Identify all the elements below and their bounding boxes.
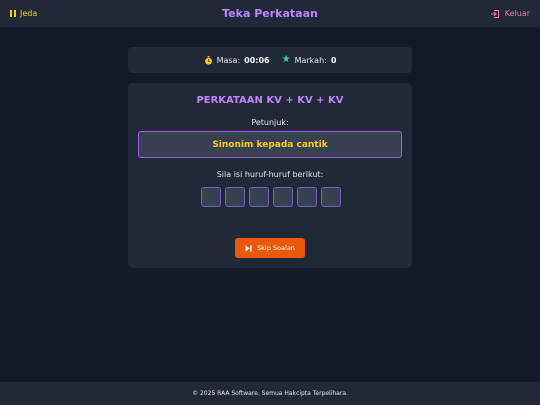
letter-slot[interactable]	[321, 187, 341, 207]
exit-button[interactable]: Keluar	[490, 9, 530, 19]
footer: © 2025 RAA Software. Semua Hakcipta Terp…	[0, 382, 540, 405]
timer-value: 00:06	[244, 55, 270, 65]
hint-box: Sinonim kepada cantik	[138, 131, 402, 158]
page-title: Teka Perkataan	[222, 7, 318, 20]
score-label: Markah:	[294, 55, 327, 65]
letter-slot[interactable]	[225, 187, 245, 207]
copyright-text: © 2025 RAA Software. Semua Hakcipta Terp…	[192, 390, 348, 397]
skip-forward-icon	[245, 244, 252, 252]
pause-button[interactable]: Jeda	[10, 9, 37, 18]
pause-icon	[10, 10, 16, 17]
word-pattern-title: PERKATAAN KV + KV + KV	[196, 95, 344, 106]
timer-stat: Masa: 00:06	[204, 55, 270, 65]
score-value: 0	[330, 55, 337, 65]
top-bar: Jeda Teka Perkataan Keluar	[0, 0, 540, 27]
stats-bar: Masa: 00:06 ★ Markah: 0	[128, 47, 412, 73]
letter-slot[interactable]	[297, 187, 317, 207]
stopwatch-icon	[204, 55, 212, 65]
skip-question-button[interactable]: Skip Soalan	[235, 238, 305, 258]
game-card: PERKATAAN KV + KV + KV Petunjuk: Sinonim…	[128, 83, 412, 268]
hint-text: Sinonim kepada cantik	[212, 139, 328, 150]
fill-instruction: Sila isi huruf-huruf berikut:	[216, 170, 324, 179]
hint-label: Petunjuk:	[251, 118, 289, 127]
letter-slot[interactable]	[201, 187, 221, 207]
logout-icon	[490, 9, 499, 18]
letter-slots	[201, 187, 341, 207]
letter-slot[interactable]	[273, 187, 293, 207]
timer-label: Masa:	[216, 55, 241, 65]
letter-slot[interactable]	[249, 187, 269, 207]
skip-label: Skip Soalan	[257, 244, 295, 252]
exit-label: Keluar	[504, 9, 530, 18]
pause-label: Jeda	[20, 9, 38, 18]
score-stat: ★ Markah: 0	[282, 55, 337, 65]
star-icon: ★	[281, 54, 291, 65]
